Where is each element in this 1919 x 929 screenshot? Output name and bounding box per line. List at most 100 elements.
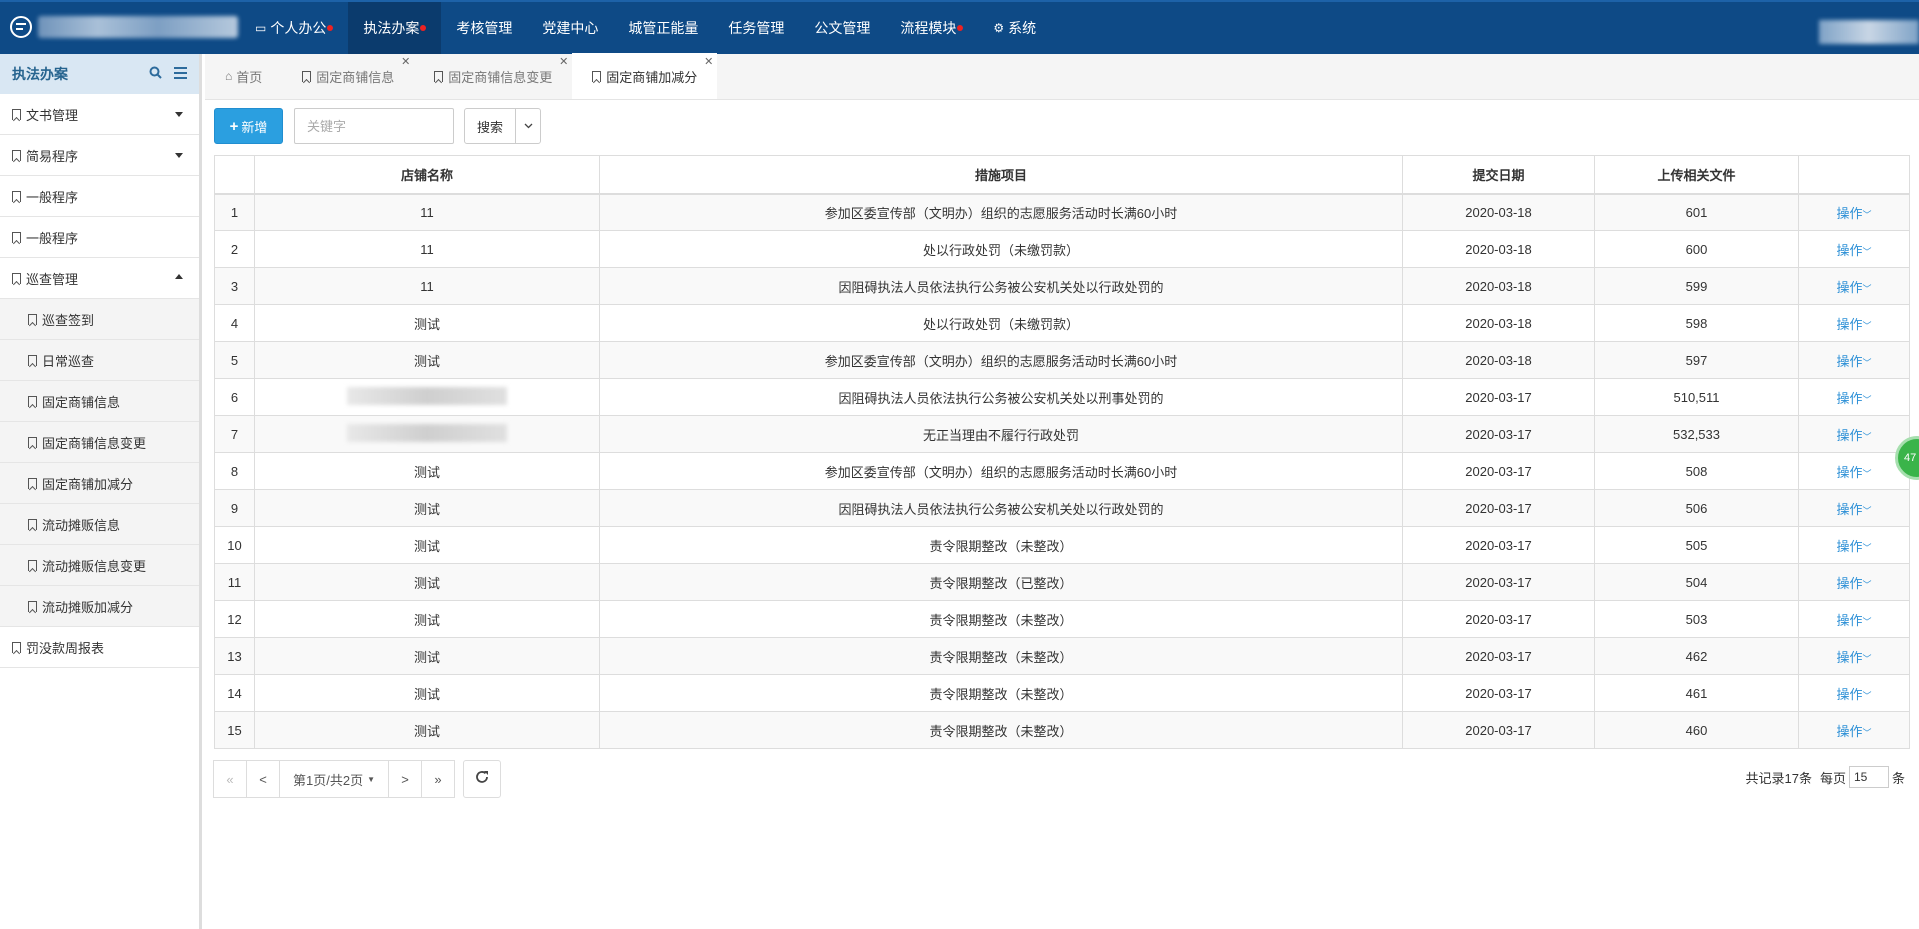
app-logo[interactable] — [10, 16, 238, 38]
col-header-files[interactable]: 上传相关文件 — [1594, 155, 1799, 195]
close-icon[interactable]: ✕ — [401, 55, 410, 68]
row-actions-dropdown[interactable]: 操作﹀ — [1798, 378, 1910, 416]
chevron-down-icon: ﹀ — [1862, 209, 1872, 220]
search-icon[interactable] — [149, 66, 162, 82]
actions-label: 操作 — [1836, 242, 1863, 258]
nav-item-5[interactable]: 任务管理 — [713, 2, 799, 54]
nav-item-0[interactable]: ▭ 个人办公 — [240, 2, 348, 54]
row-actions-dropdown[interactable]: 操作﹀ — [1798, 637, 1910, 675]
sidebar-item-11[interactable]: 流动摊贩信息变更 — [0, 545, 199, 586]
sidebar-item-4[interactable]: 巡查管理 — [0, 258, 199, 299]
sidebar-item-5[interactable]: 巡查签到 — [0, 299, 199, 340]
sidebar-item-0[interactable]: 文书管理 — [0, 94, 199, 135]
col-header-date[interactable]: 提交日期 — [1402, 155, 1595, 195]
refresh-button[interactable] — [463, 760, 501, 798]
gear-icon: ⚙ — [993, 21, 1005, 35]
table-row[interactable]: 12 测试 责令限期整改（未整改） 2020-03-17 503 操作﹀ — [214, 600, 1910, 638]
row-actions-dropdown[interactable]: 操作﹀ — [1798, 341, 1910, 379]
row-actions-dropdown[interactable]: 操作﹀ — [1798, 304, 1910, 342]
sidebar-item-9[interactable]: 固定商铺加减分 — [0, 463, 199, 504]
menu-icon[interactable] — [174, 66, 187, 82]
tab-2[interactable]: 固定商铺信息变更 ✕ — [414, 53, 572, 99]
table-row[interactable]: 7 无正当理由不履行行政处罚 2020-03-17 532,533 操作﹀ — [214, 415, 1910, 453]
table-row[interactable]: 3 11 因阻碍执法人员依法执行公务被公安机关处以行政处罚的 2020-03-18 59… — [214, 267, 1910, 305]
nav-item-4[interactable]: 城管正能量 — [613, 2, 713, 54]
add-button[interactable]: + 新增 — [214, 108, 283, 144]
table-row[interactable]: 13 测试 责令限期整改（未整改） 2020-03-17 462 操作﹀ — [214, 637, 1910, 675]
row-actions-dropdown[interactable]: 操作﹀ — [1798, 452, 1910, 490]
chevron-down-icon: ﹀ — [1862, 468, 1872, 479]
plus-icon: + — [229, 117, 239, 135]
sidebar-item-13[interactable]: 罚没款周报表 — [0, 627, 199, 668]
sidebar-item-10[interactable]: 流动摊贩信息 — [0, 504, 199, 545]
close-icon[interactable]: ✕ — [704, 55, 713, 68]
table-row[interactable]: 8 测试 参加区委宣传部（文明办）组织的志愿服务活动时长满60小时 2020-03-1… — [214, 452, 1910, 490]
first-page-button[interactable]: « — [213, 760, 247, 798]
search-button[interactable]: 搜索 — [465, 109, 517, 143]
col-header-shop[interactable]: 店铺名称 — [254, 155, 600, 195]
close-icon[interactable]: ✕ — [559, 55, 568, 68]
table-row[interactable]: 14 测试 责令限期整改（未整改） 2020-03-17 461 操作﹀ — [214, 674, 1910, 712]
table-row[interactable]: 6 因阻碍执法人员依法执行公务被公安机关处以刑事处罚的 2020-03-17 510,… — [214, 378, 1910, 416]
row-actions-dropdown[interactable]: 操作﹀ — [1798, 711, 1910, 749]
search-input[interactable] — [294, 108, 454, 144]
cell-no: 2 — [214, 230, 255, 268]
sidebar-item-8[interactable]: 固定商铺信息变更 — [0, 422, 199, 463]
table-row[interactable]: 2 11 处以行政处罚（未缴罚款） 2020-03-18 600 操作﹀ — [214, 230, 1910, 268]
sidebar-item-12[interactable]: 流动摊贩加减分 — [0, 586, 199, 627]
nav-item-1[interactable]: 执法办案 — [348, 2, 442, 54]
table-row[interactable]: 11 测试 责令限期整改（已整改） 2020-03-17 504 操作﹀ — [214, 563, 1910, 601]
sidebar: 执法办案 文书管理 简易程序 一般程序 一般程序 巡查管理 巡查签到 日常巡查 固定商铺信息固… — [0, 54, 202, 929]
next-page-button[interactable]: > — [388, 760, 422, 798]
caret-down-icon: ▼ — [367, 774, 375, 784]
cell-shop: 测试 — [254, 452, 600, 490]
nav-item-6[interactable]: 公文管理 — [799, 2, 885, 54]
nav-item-2[interactable]: 考核管理 — [441, 2, 527, 54]
per-page-input[interactable]: 15 — [1848, 766, 1889, 788]
table-row[interactable]: 1 11 参加区委宣传部（文明办）组织的志愿服务活动时长满60小时 2020-03-1… — [214, 193, 1910, 231]
refresh-icon — [475, 770, 489, 789]
sidebar-item-1[interactable]: 简易程序 — [0, 135, 199, 176]
pagination-summary: 共记录17条 每页 15 条 — [1746, 766, 1905, 788]
notification-dot — [957, 25, 964, 31]
row-actions-dropdown[interactable]: 操作﹀ — [1798, 674, 1910, 712]
table-row[interactable]: 10 测试 责令限期整改（未整改） 2020-03-17 505 操作﹀ — [214, 526, 1910, 564]
col-header-actions — [1798, 155, 1910, 195]
sidebar-item-6[interactable]: 日常巡查 — [0, 340, 199, 381]
sidebar-item-label: 固定商铺信息 — [42, 394, 121, 410]
tab-1[interactable]: 固定商铺信息 ✕ — [282, 53, 414, 99]
actions-label: 操作 — [1836, 390, 1863, 406]
table-row[interactable]: 15 测试 责令限期整改（未整改） 2020-03-17 460 操作﹀ — [214, 711, 1910, 749]
tab-0[interactable]: ⌂ 首页 — [205, 53, 282, 99]
cell-no: 4 — [214, 304, 255, 342]
add-button-label: 新增 — [241, 119, 268, 135]
row-actions-dropdown[interactable]: 操作﹀ — [1798, 193, 1910, 231]
nav-item-8[interactable]: ⚙ 系统 — [978, 2, 1051, 54]
prev-page-button[interactable]: < — [246, 760, 280, 798]
tab-3[interactable]: 固定商铺加减分 ✕ — [572, 53, 718, 99]
row-actions-dropdown[interactable]: 操作﹀ — [1798, 230, 1910, 268]
table-row[interactable]: 4 测试 处以行政处罚（未缴罚款） 2020-03-18 598 操作﹀ — [214, 304, 1910, 342]
table-row[interactable]: 9 测试 因阻碍执法人员依法执行公务被公安机关处以行政处罚的 2020-03-17 50… — [214, 489, 1910, 527]
user-info-redacted[interactable] — [1819, 20, 1919, 44]
last-page-button[interactable]: » — [421, 760, 455, 798]
row-actions-dropdown[interactable]: 操作﹀ — [1798, 415, 1910, 453]
row-actions-dropdown[interactable]: 操作﹀ — [1798, 526, 1910, 564]
page-select[interactable]: 第1页/共2页 ▼ — [279, 760, 389, 798]
row-actions-dropdown[interactable]: 操作﹀ — [1798, 489, 1910, 527]
sidebar-item-2[interactable]: 一般程序 — [0, 176, 199, 217]
row-actions-dropdown[interactable]: 操作﹀ — [1798, 600, 1910, 638]
nav-item-7[interactable]: 流程模块 — [885, 2, 978, 54]
sidebar-item-3[interactable]: 一般程序 — [0, 217, 199, 258]
cell-files: 598 — [1594, 304, 1799, 342]
table-row[interactable]: 5 测试 参加区委宣传部（文明办）组织的志愿服务活动时长满60小时 2020-03-1… — [214, 341, 1910, 379]
cell-no: 8 — [214, 452, 255, 490]
chevron-down-icon: ﹀ — [1862, 246, 1872, 257]
nav-item-3[interactable]: 党建中心 — [527, 2, 613, 54]
chevron-down-icon[interactable] — [516, 109, 540, 143]
sidebar-item-7[interactable]: 固定商铺信息 — [0, 381, 199, 422]
col-header-item[interactable]: 措施项目 — [599, 155, 1403, 195]
cell-date: 2020-03-18 — [1402, 267, 1595, 305]
row-actions-dropdown[interactable]: 操作﹀ — [1798, 563, 1910, 601]
row-actions-dropdown[interactable]: 操作﹀ — [1798, 267, 1910, 305]
